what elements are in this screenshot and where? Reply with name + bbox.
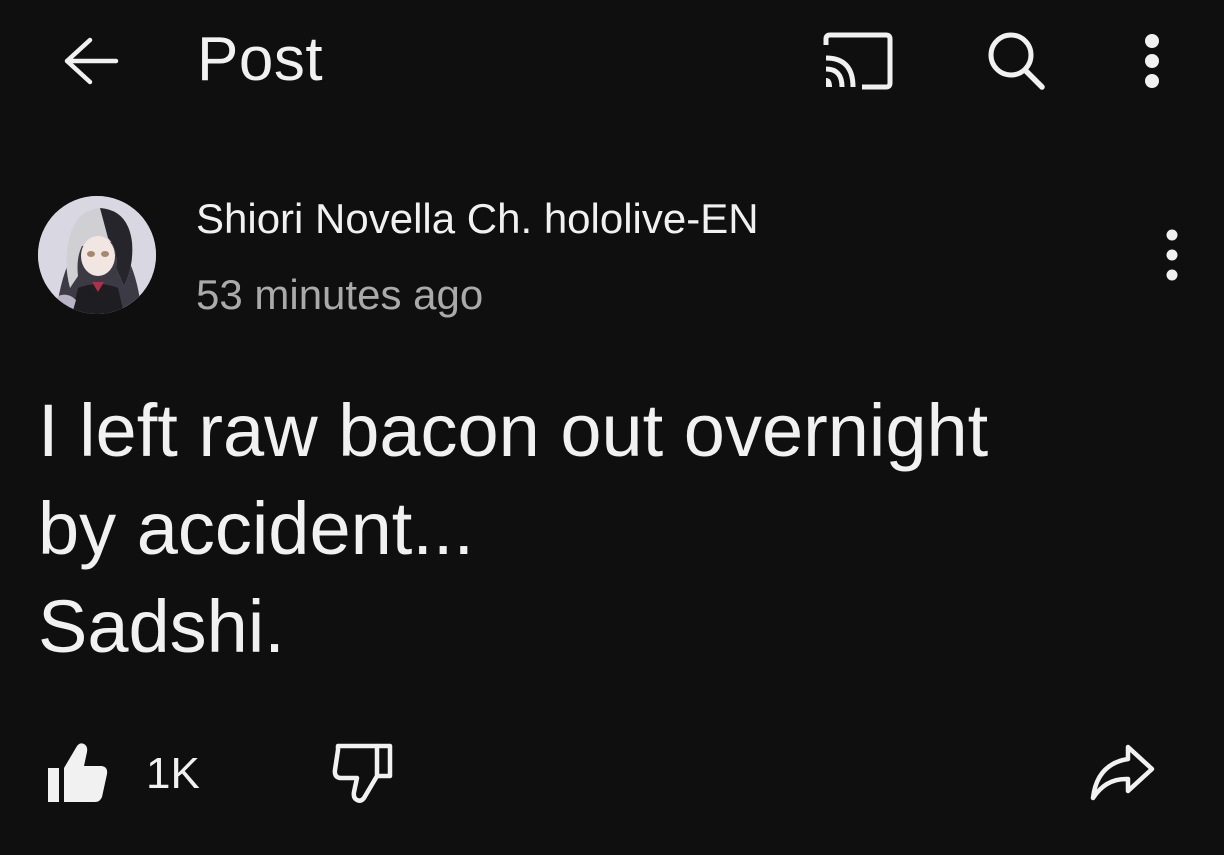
app-bar: Post — [0, 0, 1224, 122]
like-count: 1K — [146, 749, 200, 798]
more-options-button[interactable] — [1124, 24, 1180, 98]
channel-name[interactable]: Shiori Novella Ch. hololive-EN — [196, 194, 759, 244]
post-text: I left raw bacon out overnight by accide… — [38, 389, 989, 668]
share-button[interactable] — [1080, 734, 1164, 810]
cast-icon — [823, 32, 893, 90]
share-icon — [1090, 744, 1155, 801]
search-button[interactable] — [976, 26, 1056, 96]
like-button[interactable] — [38, 736, 116, 810]
search-icon — [988, 32, 1045, 90]
page-title: Post — [197, 25, 324, 94]
avatar-image — [38, 196, 156, 314]
post-timestamp: 53 minutes ago — [196, 271, 484, 318]
post-screen: Post Shiori Novella Ch. hololive-EN 53 m… — [0, 0, 1224, 855]
channel-avatar[interactable] — [38, 196, 156, 314]
cast-button[interactable] — [816, 26, 900, 96]
back-arrow-icon — [64, 37, 119, 85]
dislike-button[interactable] — [322, 736, 404, 810]
back-button[interactable] — [52, 28, 128, 94]
more-vert-icon — [1166, 229, 1178, 281]
thumbs-down-icon — [332, 743, 393, 803]
post-menu-button[interactable] — [1148, 222, 1196, 288]
thumbs-up-icon — [48, 743, 108, 802]
more-vert-icon — [1145, 34, 1159, 88]
